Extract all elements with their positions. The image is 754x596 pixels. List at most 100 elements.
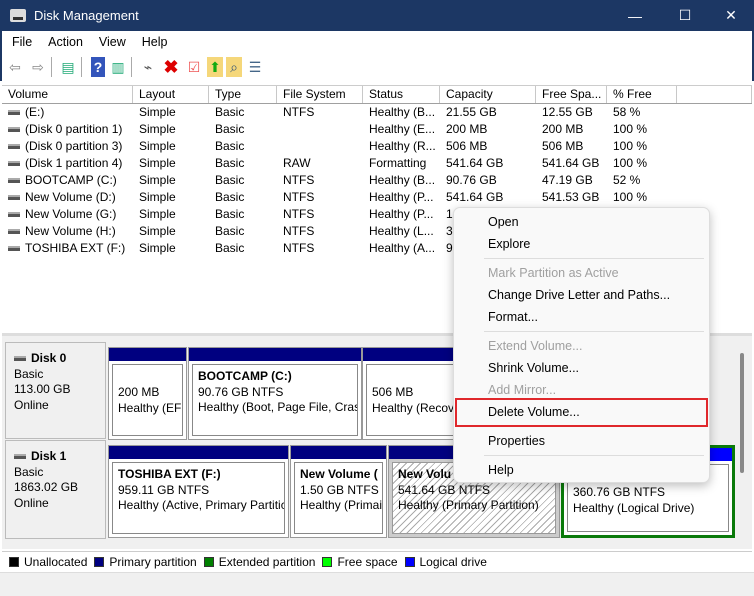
cell-text: Healthy (A... [369,241,436,255]
back-icon[interactable]: ⇦ [5,57,25,77]
column-volume[interactable]: Volume [2,86,133,103]
legend-swatch [9,557,19,567]
partition-status: Healthy (Recov [372,400,455,415]
table-row[interactable]: (Disk 1 partition 4) Simple Basic RAW Format… [2,155,752,172]
column-type[interactable]: Type [209,86,277,103]
cell-text: 52 % [613,173,641,187]
disk-type: Basic [14,366,44,381]
folder-search-icon[interactable]: ⌕ [226,57,242,77]
vertical-scrollbar[interactable] [740,353,744,473]
partition-status: Healthy (EFI [118,400,183,415]
cell-capacity: 90.76 GB [440,172,536,189]
cell-text: Simple [139,139,176,153]
toolbar-divider [81,57,82,77]
disk-0-label[interactable]: Disk 0 Basic 113.00 GB Online [5,342,106,439]
cell-text: TOSHIBA EXT (F:) [25,241,126,255]
minimize-button[interactable]: — [612,0,658,31]
menu-item-delete-volume[interactable]: Delete Volume... [488,405,580,419]
forward-icon[interactable]: ⇨ [28,57,48,77]
disk-1-label[interactable]: Disk 1 Basic 1863.02 GB Online [5,440,106,539]
cell-type: Basic [209,223,277,240]
volume-list-header: Volume Layout Type File System Status Ca… [2,86,752,104]
menu-bar: File Action View Help [0,31,754,53]
show-hide-console-tree-icon[interactable]: ▤ [58,57,78,77]
cell-capacity: 506 MB [440,138,536,155]
volume-icon [8,110,20,116]
folder-up-icon[interactable]: ⬆ [207,57,223,77]
partition-status: Healthy (Logical Drive) [573,500,695,515]
table-row[interactable]: (Disk 0 partition 3) Simple Basic Healthy (… [2,138,752,155]
cell-text: Simple [139,190,176,204]
table-row[interactable]: (Disk 0 partition 1) Simple Basic Healthy (… [2,121,752,138]
column-status[interactable]: Status [363,86,440,103]
menu-item-properties[interactable]: Properties [488,434,545,448]
cell-status: Healthy (B... [363,172,440,189]
cell-text: Healthy (B... [369,173,436,187]
partition-toshiba-ext[interactable]: TOSHIBA EXT (F:) 959.11 GB NTFS Healthy … [108,445,289,538]
cell-text: Simple [139,173,176,187]
menu-item-help[interactable]: Help [488,463,514,477]
cell-text: 100 % [613,139,648,153]
checklist-icon[interactable]: ☑ [184,57,204,77]
volume-icon [8,178,20,184]
volume-icon [8,127,20,133]
partition-disk0-recovery[interactable]: 506 MB Healthy (Recov [362,347,462,440]
cell-text: Healthy (P... [369,207,434,221]
disk-size: 1863.02 GB [14,480,79,494]
cell-text: Basic [215,105,245,119]
partition-disk0-efi[interactable]: 200 MB Healthy (EFI [108,347,187,440]
cell-text: BOOTCAMP (C:) [25,173,117,187]
cell-text: 47.19 GB [542,173,593,187]
close-button[interactable]: ✕ [708,0,754,31]
column-percent-free[interactable]: % Free [607,86,677,103]
table-row[interactable]: New Volume (D:) Simple Basic NTFS Healthy (P… [2,189,752,206]
help-icon[interactable]: ? [91,57,105,77]
menu-item-format[interactable]: Format... [488,310,538,324]
menu-separator [484,258,704,259]
cell-percent-free: 100 % [607,189,677,206]
column-empty [677,86,752,103]
column-capacity[interactable]: Capacity [440,86,536,103]
partition-status: Healthy (Primai [300,498,383,512]
column-free-space[interactable]: Free Spa... [536,86,607,103]
show-action-pane-icon[interactable]: ▥ [108,57,128,77]
cell-text: Simple [139,105,176,119]
legend-label: Free space [337,555,398,569]
menu-item-change-drive-letter[interactable]: Change Drive Letter and Paths... [488,288,670,302]
cell-status: Healthy (B... [363,104,440,121]
cell-capacity: 21.55 GB [440,104,536,121]
menu-item-shrink-volume[interactable]: Shrink Volume... [488,361,579,375]
menu-separator [484,331,704,332]
partition-new-volume-g[interactable]: New Volume ( 1.50 GB NTFS Healthy (Prima… [290,445,387,538]
column-layout[interactable]: Layout [133,86,209,103]
menu-help[interactable]: Help [142,35,168,49]
properties-list-icon[interactable]: ☰ [245,57,265,77]
table-row[interactable]: (E:) Simple Basic NTFS Healthy (B... 21.55 GB… [2,104,752,121]
table-row[interactable]: BOOTCAMP (C:) Simple Basic NTFS Healthy (B..… [2,172,752,189]
cell-text: 100 % [613,190,648,204]
column-file-system[interactable]: File System [277,86,363,103]
cell-free-space: 12.55 GB [536,104,607,121]
cell-text: Simple [139,156,176,170]
cell-layout: Simple [133,155,209,172]
menu-item-open[interactable]: Open [488,215,519,229]
legend-swatch [404,557,415,567]
cell-status: Healthy (P... [363,206,440,223]
delete-icon[interactable]: ✖ [161,57,181,77]
cell-free-space: 506 MB [536,138,607,155]
context-menu: Open Explore Mark Partition as Active Ch… [453,207,710,483]
cell-file-system: NTFS [277,206,363,223]
partition-size: 541.64 GB NTFS [398,482,491,497]
maximize-button[interactable]: ☐ [662,0,708,31]
menu-file[interactable]: File [12,35,32,49]
cell-type: Basic [209,240,277,257]
cell-text: 9 [446,241,453,255]
menu-view[interactable]: View [99,35,126,49]
connect-drive-icon[interactable]: ⌁ [138,57,158,77]
menu-item-explore[interactable]: Explore [488,237,530,251]
partition-bootcamp[interactable]: BOOTCAMP (C:) 90.76 GB NTFS Healthy (Boo… [188,347,362,440]
menu-action[interactable]: Action [48,35,83,49]
cell-text: 100 % [613,122,648,136]
cell-text: 541.53 GB [542,190,600,204]
cell-text: NTFS [283,241,315,255]
